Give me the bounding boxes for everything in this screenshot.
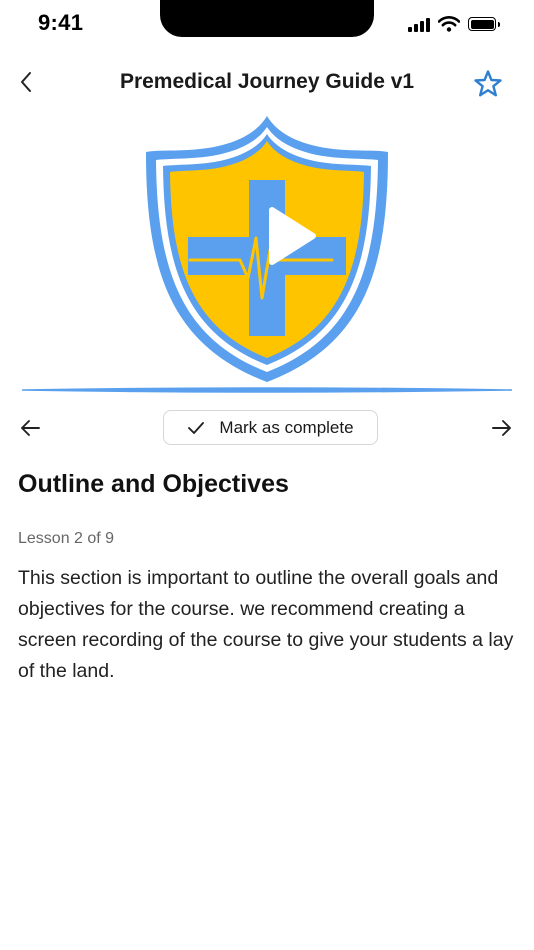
lesson-title: Outline and Objectives: [18, 470, 289, 498]
lesson-navigation: Mark as complete: [0, 408, 534, 448]
cellular-signal-icon: [408, 17, 430, 32]
mark-complete-button[interactable]: Mark as complete: [163, 410, 378, 445]
back-button[interactable]: [10, 64, 42, 100]
arrow-left-icon: [21, 420, 40, 436]
nav-bar: Premedical Journey Guide v1: [0, 58, 534, 108]
wifi-icon: [438, 16, 460, 32]
lesson-description: This section is important to outline the…: [18, 567, 514, 682]
page-title: Premedical Journey Guide v1: [119, 70, 415, 93]
next-lesson-button[interactable]: [486, 412, 518, 444]
lesson-progress: Lesson 2 of 9: [18, 530, 115, 547]
star-outline-icon: [474, 70, 502, 97]
video-player[interactable]: [0, 110, 534, 400]
medical-shield-logo: [146, 116, 388, 382]
status-bar: 9:41: [0, 0, 534, 50]
video-thumbnail: [21, 116, 513, 393]
status-time: 9:41: [38, 10, 84, 35]
arrow-right-icon: [492, 420, 511, 436]
device-notch: [160, 0, 374, 37]
chevron-left-icon: [21, 72, 31, 92]
mark-complete-label: Mark as complete: [219, 417, 354, 437]
battery-icon: [468, 17, 500, 31]
previous-lesson-button[interactable]: [14, 412, 46, 444]
status-icons: [408, 16, 500, 32]
favorite-button[interactable]: [470, 66, 506, 102]
video-divider-line: [21, 387, 513, 393]
checkmark-icon: [188, 421, 205, 434]
